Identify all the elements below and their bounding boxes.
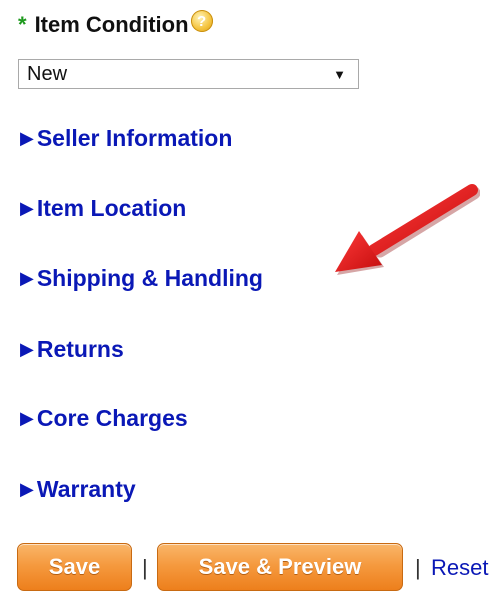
section-seller-information-label: Seller Information (36, 124, 233, 151)
section-core-charges-label: Core Charges (36, 404, 188, 431)
section-warranty[interactable]: ▶ Warranty (20, 473, 136, 505)
item-condition-text: Item Condition (34, 12, 189, 37)
expand-triangle-icon: ▶ (20, 407, 34, 428)
expand-triangle-icon: ▶ (20, 197, 34, 218)
item-condition-select[interactable]: New ▼ (18, 59, 359, 89)
separator-2: | (415, 555, 421, 580)
help-icon[interactable]: ? (190, 10, 213, 32)
chevron-down-icon: ▼ (333, 66, 346, 82)
expand-triangle-icon: ▶ (20, 127, 34, 148)
save-preview-button[interactable]: Save & Preview (157, 543, 403, 591)
item-condition-label: * Item Condition ? (18, 10, 213, 40)
section-shipping-handling[interactable]: ▶ Shipping & Handling (20, 262, 263, 294)
item-condition-value: New (27, 62, 68, 85)
section-item-location-label: Item Location (36, 194, 187, 221)
section-returns[interactable]: ▶ Returns (20, 333, 124, 365)
expand-triangle-icon: ▶ (20, 267, 34, 288)
required-marker: * (18, 12, 27, 37)
section-warranty-label: Warranty (36, 475, 136, 502)
expand-triangle-icon: ▶ (20, 338, 34, 359)
red-pointer-arrow-icon (335, 184, 480, 275)
section-returns-label: Returns (36, 335, 124, 362)
separator-1: | (142, 555, 148, 580)
section-seller-information[interactable]: ▶ Seller Information (20, 122, 232, 154)
expand-triangle-icon: ▶ (20, 478, 34, 499)
save-button[interactable]: Save (17, 543, 132, 591)
section-core-charges[interactable]: ▶ Core Charges (20, 402, 188, 434)
section-item-location[interactable]: ▶ Item Location (20, 192, 186, 224)
reset-link[interactable]: Reset (431, 555, 488, 581)
section-shipping-handling-label: Shipping & Handling (36, 264, 263, 291)
